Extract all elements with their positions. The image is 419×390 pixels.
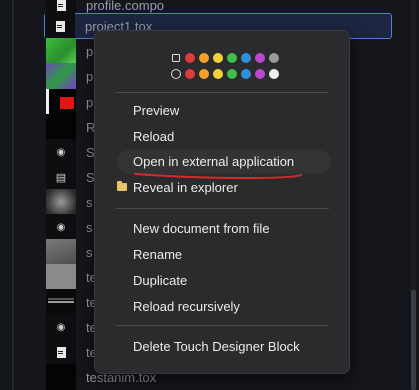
color-swatch[interactable] [255, 53, 265, 63]
menu-item-reveal[interactable]: Reveal in explorer [133, 180, 238, 195]
color-swatch[interactable] [255, 69, 265, 79]
color-swatch[interactable] [241, 69, 251, 79]
file-name: profile.compo [86, 0, 165, 13]
menu-item-reload[interactable]: Reload [133, 129, 174, 144]
file-name: s [86, 244, 93, 260]
document-icon [45, 13, 75, 39]
file-name: p [86, 68, 94, 84]
color-swatch[interactable] [199, 53, 209, 63]
document-icon [46, 339, 76, 365]
no-color-swatch[interactable] [171, 69, 181, 79]
color-swatch[interactable] [241, 53, 251, 63]
color-swatch-row [171, 69, 279, 79]
thumbnail-image [46, 239, 76, 265]
color-swatch[interactable] [199, 69, 209, 79]
menu-divider [115, 208, 329, 209]
thumbnail-image [46, 38, 76, 64]
thumbnail-image [46, 89, 76, 115]
thumbnail-image [46, 264, 76, 290]
menu-divider [115, 325, 329, 326]
color-swatch[interactable] [185, 69, 195, 79]
menu-item-preview[interactable]: Preview [133, 103, 179, 118]
thumbnail-image [46, 114, 76, 140]
scrollbar-thumb[interactable] [411, 290, 416, 390]
file-name: p [86, 43, 94, 59]
file-name: s [86, 219, 93, 235]
scrollbar[interactable] [411, 0, 416, 390]
thumbnail-image [46, 364, 76, 390]
chip-icon [46, 164, 76, 190]
menu-item-delete[interactable]: Delete Touch Designer Block [133, 339, 300, 354]
file-name: s [86, 194, 93, 210]
face-icon [46, 214, 76, 240]
left-border [12, 0, 14, 390]
color-swatch[interactable] [227, 53, 237, 63]
file-name: p [86, 94, 94, 110]
color-swatch[interactable] [185, 53, 195, 63]
folder-icon [117, 181, 127, 191]
file-browser-panel: profile.compo project1.tox p p p R S S s… [0, 0, 419, 390]
thumbnail-image [46, 289, 76, 315]
menu-item-rename[interactable]: Rename [133, 247, 182, 262]
color-swatch[interactable] [213, 53, 223, 63]
face-icon [46, 314, 76, 340]
context-menu: Preview Reload Open in external applicat… [94, 30, 350, 374]
color-swatch[interactable] [269, 69, 279, 79]
thumbnail-image [46, 63, 76, 89]
menu-item-open-external[interactable]: Open in external application [117, 150, 331, 174]
no-color-swatch[interactable] [172, 54, 180, 62]
menu-divider [115, 92, 329, 93]
thumbnail-image [46, 189, 76, 215]
menu-item-duplicate[interactable]: Duplicate [133, 273, 187, 288]
color-swatch[interactable] [269, 53, 279, 63]
menu-item-reload-recursively[interactable]: Reload recursively [133, 299, 240, 314]
menu-item-new-document[interactable]: New document from file [133, 221, 270, 236]
color-swatch[interactable] [213, 69, 223, 79]
color-swatch-row [171, 53, 279, 63]
color-swatch[interactable] [227, 69, 237, 79]
face-icon [46, 139, 76, 165]
